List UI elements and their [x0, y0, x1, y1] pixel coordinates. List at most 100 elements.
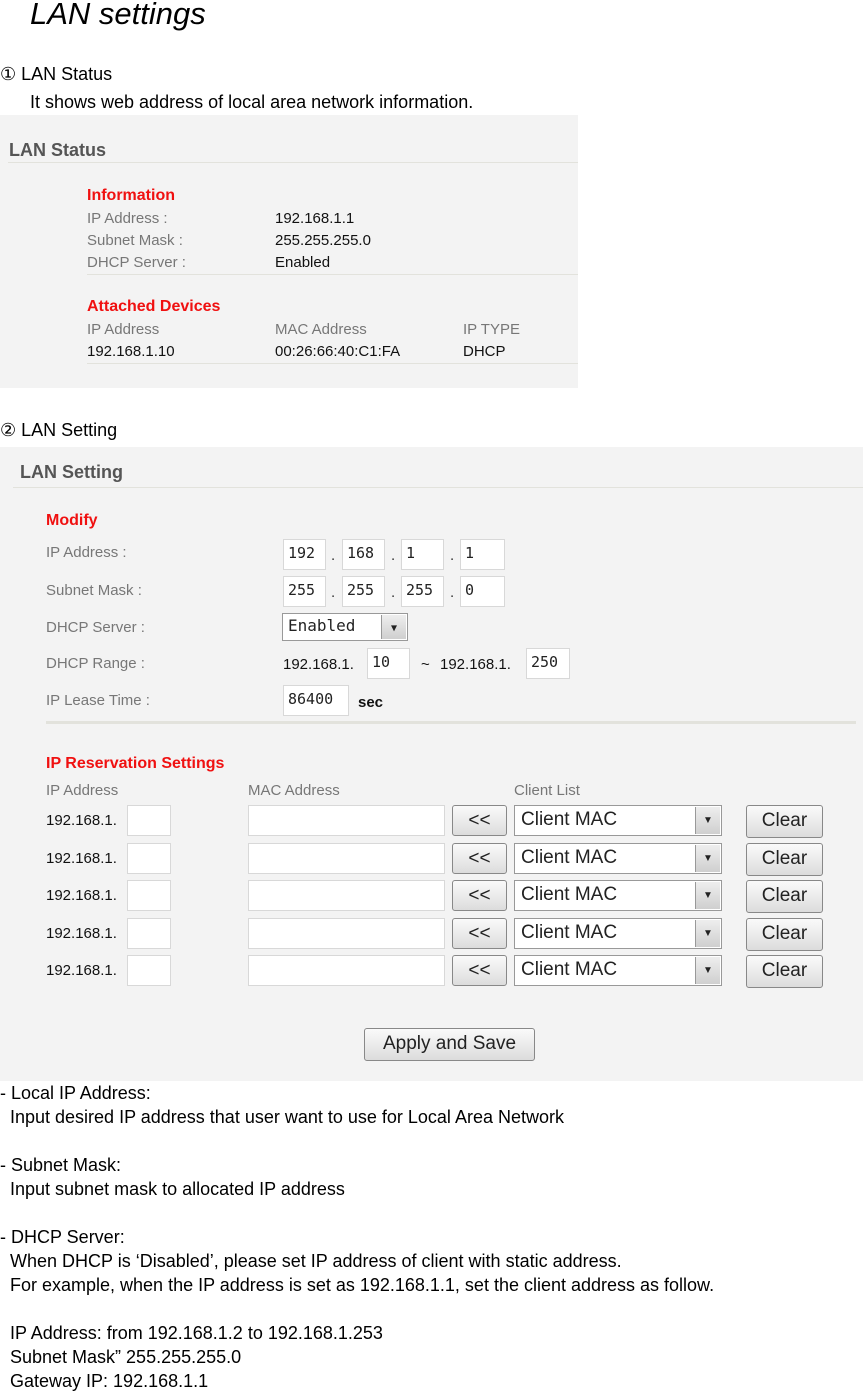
range-label: DHCP Range : — [46, 655, 145, 672]
mask-octet-2[interactable]: 255 — [342, 576, 385, 607]
clear-button[interactable]: Clear — [746, 842, 823, 876]
note-line: - DHCP Server: — [0, 1227, 125, 1247]
clear-button[interactable]: Clear — [746, 955, 823, 988]
copy-mac-button[interactable]: << — [452, 880, 507, 911]
copy-mac-button[interactable]: << — [452, 955, 507, 986]
modify-heading: Modify — [46, 512, 98, 529]
ip-octet-2[interactable]: 168 — [342, 539, 385, 570]
res-ip-input[interactable] — [127, 842, 171, 874]
ip-octet-4[interactable]: 1 — [460, 539, 505, 570]
ip-octet-1[interactable]: 192 — [283, 539, 326, 570]
note-line: When DHCP is ‘Disabled’, please set IP a… — [10, 1251, 622, 1271]
section-lan-setting: ② LAN Setting — [0, 420, 118, 440]
note-line: Input desired IP address that user want … — [10, 1107, 564, 1127]
range-prefix-end: 192.168.1. — [440, 656, 511, 673]
res-ip-prefix: 192.168.1. — [46, 962, 117, 979]
mask-octet-1[interactable]: 255 — [283, 576, 326, 607]
res-mac-input[interactable] — [248, 842, 445, 874]
client-mac-select[interactable]: Client MAC ▼ — [514, 805, 722, 836]
lease-label: IP Lease Time : — [46, 692, 150, 709]
res-mac-input[interactable] — [248, 805, 445, 836]
res-ip-input[interactable] — [127, 917, 171, 949]
clear-button[interactable]: Clear — [746, 805, 823, 838]
col-ip: IP Address — [87, 321, 160, 338]
chevron-down-icon: ▼ — [695, 919, 720, 947]
res-ip-prefix: 192.168.1. — [46, 812, 117, 829]
lease-unit: sec — [358, 694, 384, 711]
res-ip-prefix: 192.168.1. — [46, 849, 117, 867]
panel-title: LAN Setting — [20, 462, 123, 482]
copy-mac-button[interactable]: << — [452, 917, 507, 949]
copy-mac-button[interactable]: << — [452, 805, 507, 836]
note-line: IP Address: from 192.168.1.2 to 192.168.… — [10, 1323, 383, 1343]
res-col-mac: MAC Address — [248, 782, 340, 799]
chevron-down-icon: ▼ — [695, 882, 720, 909]
col-mac: MAC Address — [275, 321, 367, 338]
copy-mac-button[interactable]: << — [452, 842, 507, 874]
res-ip-prefix: 192.168.1. — [46, 924, 117, 942]
client-mac-select-value: Client MAC — [521, 846, 618, 868]
res-mac-input[interactable] — [248, 880, 445, 911]
dhcp-value: Enabled — [275, 254, 331, 271]
client-mac-select[interactable]: Client MAC ▼ — [514, 917, 722, 949]
dhcp-label: DHCP Server : — [46, 619, 145, 636]
section-lan-status: ① LAN Status — [0, 64, 113, 84]
client-mac-select[interactable]: Client MAC ▼ — [514, 880, 722, 911]
mask-value: 255.255.255.0 — [275, 232, 371, 249]
client-mac-select-value: Client MAC — [521, 809, 618, 830]
ip-label: IP Address : — [46, 544, 127, 561]
attached-heading: Attached Devices — [87, 298, 221, 315]
client-mac-select[interactable]: Client MAC ▼ — [514, 842, 722, 874]
panel-title: LAN Status — [9, 140, 107, 160]
res-ip-input[interactable] — [127, 955, 171, 986]
mask-label: Subnet Mask : — [46, 582, 142, 599]
note-line: For example, when the IP address is set … — [10, 1275, 715, 1295]
lan-status-panel: LAN Status Information IP Address : 192.… — [0, 115, 578, 388]
res-col-client: Client List — [514, 782, 580, 799]
note-line: Subnet Mask” 255.255.255.0 — [10, 1347, 242, 1367]
col-type: IP TYPE — [463, 321, 520, 338]
range-start-input[interactable]: 10 — [367, 648, 410, 679]
chevron-down-icon: ▼ — [695, 807, 720, 834]
res-ip-input[interactable] — [127, 805, 171, 836]
clear-button[interactable]: Clear — [746, 880, 823, 913]
client-mac-select-value: Client MAC — [521, 884, 618, 905]
client-mac-select-value: Client MAC — [521, 921, 618, 943]
device-ip: 192.168.1.10 — [87, 343, 175, 360]
device-mac: 00:26:66:40:C1:FA — [275, 343, 401, 360]
note-line: Gateway IP: 192.168.1.1 — [10, 1371, 209, 1391]
dhcp-select-value: Enabled — [288, 616, 356, 635]
note-line: - Local IP Address: — [0, 1083, 151, 1103]
client-mac-select-value: Client MAC — [521, 959, 618, 980]
ip-value: 192.168.1.1 — [275, 210, 355, 227]
information-heading: Information — [87, 187, 175, 204]
section-lan-status-desc: It shows web address of local area netwo… — [30, 92, 474, 112]
dhcp-label: DHCP Server : — [87, 254, 186, 271]
note-line: - Subnet Mask: — [0, 1155, 122, 1175]
apply-and-save-button[interactable]: Apply and Save — [364, 1028, 535, 1061]
chevron-down-icon: ▼ — [695, 844, 720, 872]
dhcp-select[interactable]: Enabled ▼ — [282, 613, 408, 641]
clear-button[interactable]: Clear — [746, 917, 823, 951]
ip-octet-3[interactable]: 1 — [401, 539, 444, 570]
res-col-ip: IP Address — [46, 782, 119, 799]
range-end-input[interactable]: 250 — [526, 648, 570, 679]
mask-octet-3[interactable]: 255 — [401, 576, 444, 607]
mask-octet-4[interactable]: 0 — [460, 576, 505, 607]
device-type: DHCP — [463, 343, 506, 360]
mask-label: Subnet Mask : — [87, 232, 183, 249]
res-ip-prefix: 192.168.1. — [46, 887, 117, 904]
note-line: Input subnet mask to allocated IP addres… — [10, 1179, 345, 1199]
ip-label: IP Address : — [87, 210, 168, 227]
chevron-down-icon: ▼ — [381, 615, 406, 639]
res-mac-input[interactable] — [248, 917, 445, 949]
res-ip-input[interactable] — [127, 880, 171, 911]
range-prefix-start: 192.168.1. — [283, 656, 354, 673]
doc-title: LAN settings — [30, 0, 206, 31]
res-mac-input[interactable] — [248, 955, 445, 986]
chevron-down-icon: ▼ — [695, 957, 720, 984]
lease-input[interactable]: 86400 — [283, 685, 349, 716]
client-mac-select[interactable]: Client MAC ▼ — [514, 955, 722, 986]
range-separator: ~ — [421, 656, 430, 673]
reservation-heading: IP Reservation Settings — [46, 755, 225, 772]
